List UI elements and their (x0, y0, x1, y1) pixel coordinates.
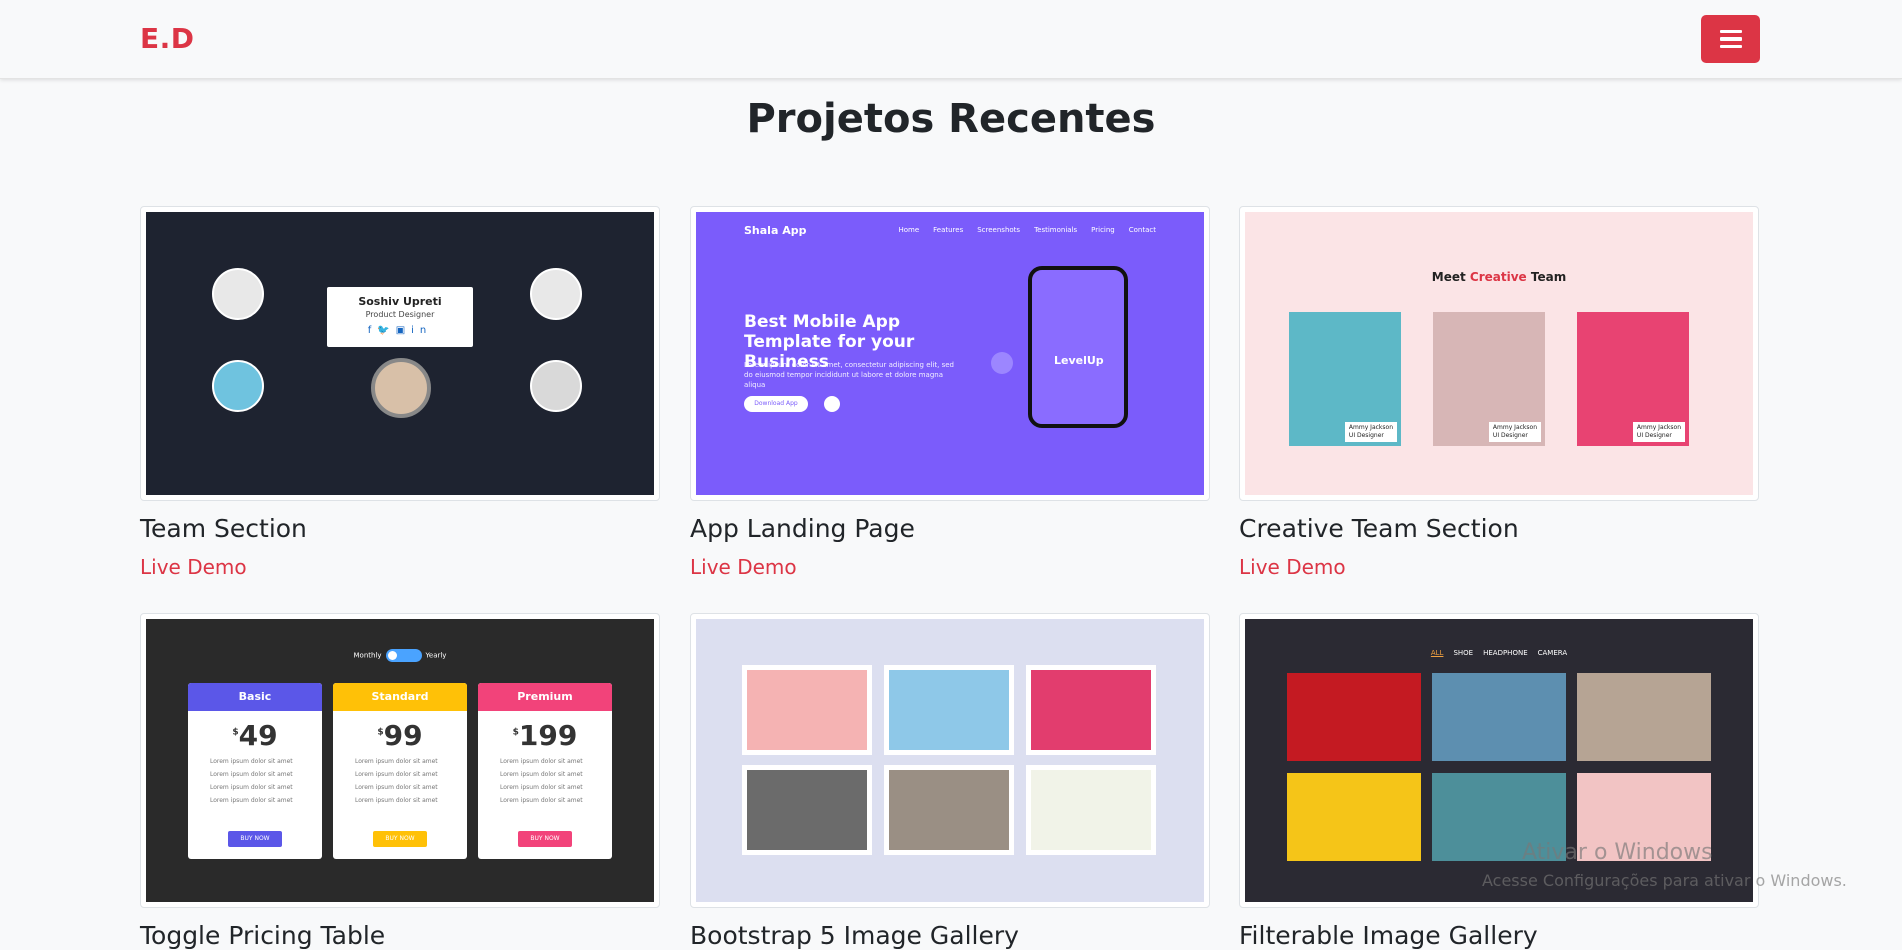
gallery-image (1432, 673, 1566, 761)
avatar (530, 268, 582, 320)
team-photo: Ammy Jackson UI Designer (1433, 312, 1545, 446)
gallery-image (742, 665, 872, 755)
tooltip-card: Soshiv Upreti Product Designer f🐦▣in (327, 287, 473, 347)
project-card-app-landing: Shala App Home Features Screenshots Testimo… (690, 206, 1210, 579)
play-icon (824, 396, 840, 412)
navbar: E.D (0, 0, 1902, 79)
pricing-card: Standard $99 Lorem ipsum dolor sit amet … (333, 683, 467, 859)
windows-activation-watermark: Ativar o Windows Acesse Configurações pa… (1482, 840, 1847, 890)
team-photo: Ammy Jackson UI Designer (1577, 312, 1689, 446)
gallery-image (1287, 673, 1421, 761)
project-thumbnail[interactable] (690, 613, 1210, 908)
live-demo-link[interactable]: Live Demo (1239, 555, 1346, 579)
pricing-card: Basic $49 Lorem ipsum dolor sit amet Lor… (188, 683, 322, 859)
gallery-image (1287, 773, 1421, 861)
pricing-card: Premium $199 Lorem ipsum dolor sit amet … (478, 683, 612, 859)
project-thumbnail[interactable]: Soshiv Upreti Product Designer f🐦▣in (140, 206, 660, 501)
avatar (212, 268, 264, 320)
project-card-creative-team: Meet Creative Team Ammy Jackson UI Design… (1239, 206, 1759, 579)
brand-logo[interactable]: E.D (140, 22, 195, 55)
page-title: Projetos Recentes (746, 96, 1156, 142)
project-thumbnail[interactable]: Monthly Yearly Basic $49 Lorem ipsum dolo… (140, 613, 660, 908)
live-demo-link[interactable]: Live Demo (140, 555, 247, 579)
project-title: Creative Team Section (1239, 514, 1519, 543)
live-demo-link[interactable]: Live Demo (690, 555, 797, 579)
gallery-image (884, 765, 1014, 855)
pricing-toggle: Monthly Yearly (146, 649, 654, 662)
social-icons: f🐦▣in (367, 325, 433, 336)
gallery-image (1577, 673, 1711, 761)
project-thumbnail[interactable]: Meet Creative Team Ammy Jackson UI Design… (1239, 206, 1759, 501)
project-title: Toggle Pricing Table (140, 921, 386, 950)
phone-mockup: LevelUp (1028, 266, 1128, 428)
project-thumbnail[interactable]: Shala App Home Features Screenshots Testimo… (690, 206, 1210, 501)
project-title: App Landing Page (690, 514, 915, 543)
hamburger-icon (1719, 29, 1742, 49)
project-title: Filterable Image Gallery (1239, 921, 1538, 950)
project-card-filterable-gallery: ALL SHOE HEADPHONE CAMERA Filterable Image … (1239, 613, 1759, 950)
team-photo: Ammy Jackson UI Designer (1289, 312, 1401, 446)
gallery-image (1026, 765, 1156, 855)
avatar (530, 360, 582, 412)
avatar (212, 360, 264, 412)
avatar (371, 358, 431, 418)
project-title: Team Section (140, 514, 307, 543)
project-card-image-gallery: Bootstrap 5 Image Gallery (690, 613, 1210, 950)
project-title: Bootstrap 5 Image Gallery (690, 921, 1019, 950)
project-card-team-section: Soshiv Upreti Product Designer f🐦▣in Tea… (140, 206, 660, 579)
gallery-image (884, 665, 1014, 755)
filter-tabs: ALL SHOE HEADPHONE CAMERA (1430, 649, 1568, 657)
menu-toggle-button[interactable] (1701, 15, 1760, 63)
gallery-image (1026, 665, 1156, 755)
project-card-pricing: Monthly Yearly Basic $49 Lorem ipsum dolo… (140, 613, 660, 950)
gallery-image (742, 765, 872, 855)
preview-nav: Home Features Screenshots Testimonials Prici… (898, 226, 1156, 234)
